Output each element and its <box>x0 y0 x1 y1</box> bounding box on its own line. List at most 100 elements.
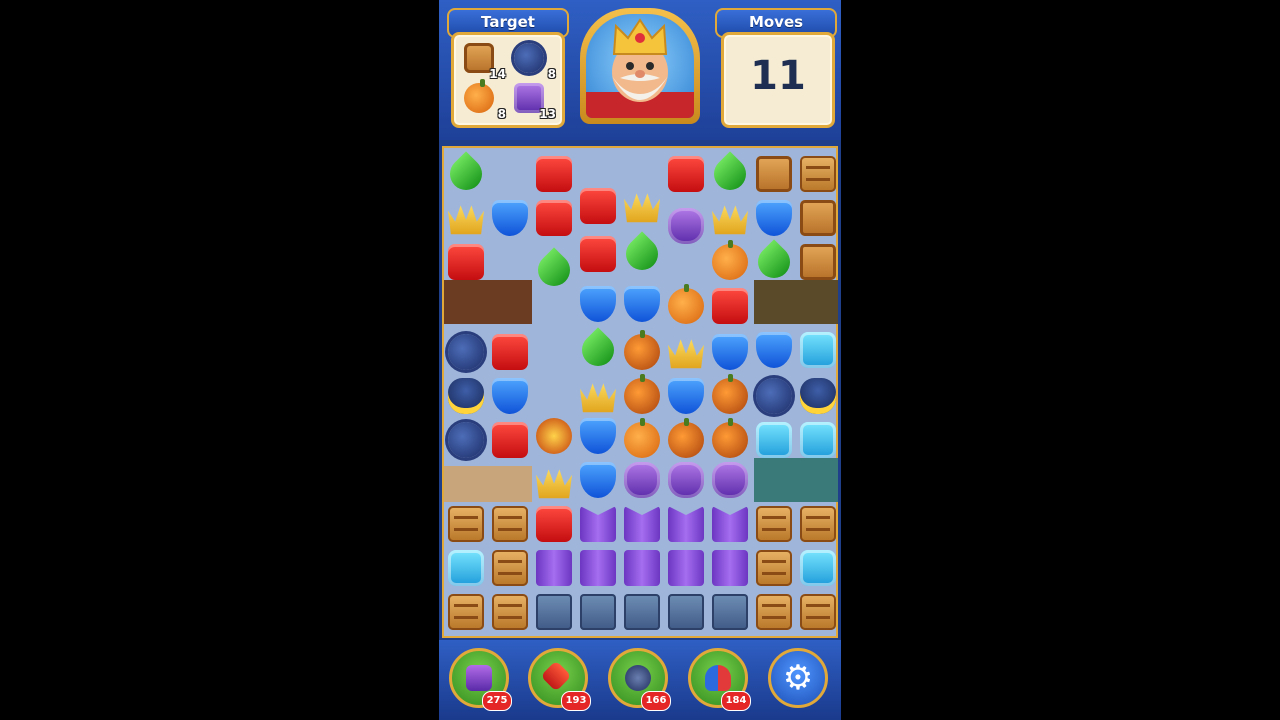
purple-vase[interactable] <box>624 462 660 498</box>
blue-shield-gem[interactable] <box>580 462 616 498</box>
cracked-pumpkin[interactable] <box>624 330 660 370</box>
wooden-crate[interactable] <box>756 594 792 630</box>
hammer-icon <box>466 665 492 691</box>
game-board[interactable] <box>442 146 838 638</box>
red-cube-gem[interactable] <box>492 334 528 370</box>
cracked-pumpkin[interactable] <box>624 374 660 414</box>
wooden-crate[interactable] <box>800 156 836 192</box>
blue-mine-ice[interactable] <box>756 422 792 458</box>
green-leaf-gem[interactable] <box>619 231 665 277</box>
blue-pot[interactable] <box>800 378 836 414</box>
blue-shield-gem[interactable] <box>756 200 792 236</box>
hammer-booster-button[interactable]: 275 <box>449 648 512 711</box>
wooden-box[interactable] <box>800 244 836 280</box>
purple-tube[interactable] <box>668 506 704 542</box>
cannon-count: 166 <box>641 691 671 711</box>
wooden-box[interactable] <box>756 156 792 192</box>
moves-panel: 11 <box>721 32 835 128</box>
green-leaf-gem[interactable] <box>575 327 621 373</box>
wooden-crate[interactable] <box>756 550 792 586</box>
green-leaf-gem[interactable] <box>443 151 489 197</box>
red-cube-gem[interactable] <box>536 200 572 236</box>
red-cube-gem[interactable] <box>492 422 528 458</box>
ice-block[interactable] <box>800 550 836 586</box>
target-panel: 14 8 8 13 <box>451 32 565 128</box>
cracked-pumpkin[interactable] <box>668 418 704 458</box>
purple-tube[interactable] <box>712 506 748 542</box>
green-leaf-gem[interactable] <box>707 151 753 197</box>
crown-gem[interactable] <box>448 205 484 235</box>
crown-gem[interactable] <box>624 193 660 223</box>
blue-shield-gem[interactable] <box>492 378 528 414</box>
crown-gem[interactable] <box>668 339 704 369</box>
blue-shield-gem[interactable] <box>492 200 528 236</box>
target-box: 14 <box>462 41 506 81</box>
moves-counter: 11 <box>750 53 806 99</box>
purple-tube[interactable] <box>712 550 748 586</box>
wooden-crate[interactable] <box>756 506 792 542</box>
ice-block[interactable] <box>448 550 484 586</box>
wooden-crate[interactable] <box>800 594 836 630</box>
tnt-bomb[interactable] <box>536 418 572 454</box>
game-screen: Target 14 8 8 13 Moves 11 275 193 166 18… <box>439 0 841 720</box>
blue-mine[interactable] <box>448 334 484 370</box>
crown-gem[interactable] <box>580 383 616 413</box>
pumpkin[interactable] <box>712 240 748 280</box>
target-vase-count: 13 <box>539 107 556 121</box>
wooden-crate[interactable] <box>800 506 836 542</box>
red-cube-gem[interactable] <box>580 188 616 224</box>
wooden-crate[interactable] <box>492 550 528 586</box>
blue-shield-gem[interactable] <box>580 418 616 454</box>
blue-shield-gem[interactable] <box>712 334 748 370</box>
cannon-booster-button[interactable]: 166 <box>608 648 671 711</box>
blue-mine[interactable] <box>756 378 792 414</box>
blue-mine[interactable] <box>448 422 484 458</box>
teal-patch <box>754 458 838 502</box>
wooden-crate[interactable] <box>448 594 484 630</box>
purple-tube[interactable] <box>536 550 572 586</box>
pumpkin[interactable] <box>668 284 704 324</box>
red-cube-gem[interactable] <box>448 244 484 280</box>
blue-pot[interactable] <box>448 378 484 414</box>
target-pumpkin-count: 8 <box>497 107 506 121</box>
target-vase: 13 <box>512 81 556 121</box>
crown-gem[interactable] <box>536 469 572 499</box>
red-cube-gem[interactable] <box>712 288 748 324</box>
wooden-crate[interactable] <box>448 506 484 542</box>
green-leaf-gem[interactable] <box>751 239 797 285</box>
blue-mine-ice[interactable] <box>800 332 836 368</box>
blue-shield-gem[interactable] <box>624 286 660 322</box>
red-cube-gem[interactable] <box>536 506 572 542</box>
arrow-booster-button[interactable]: 193 <box>528 648 591 711</box>
wooden-crate[interactable] <box>492 506 528 542</box>
cracked-pumpkin[interactable] <box>712 374 748 414</box>
purple-tube[interactable] <box>580 550 616 586</box>
crown-gem[interactable] <box>712 205 748 235</box>
purple-vase[interactable] <box>668 208 704 244</box>
red-cube-gem[interactable] <box>536 156 572 192</box>
settings-button[interactable]: ⚙ <box>768 648 828 708</box>
purple-tube[interactable] <box>668 550 704 586</box>
purple-tube[interactable] <box>624 550 660 586</box>
blue-shield-gem[interactable] <box>668 378 704 414</box>
purple-vase[interactable] <box>668 462 704 498</box>
red-cube-gem[interactable] <box>580 236 616 272</box>
wooden-crate[interactable] <box>492 594 528 630</box>
purple-tube[interactable] <box>624 506 660 542</box>
red-cube-gem[interactable] <box>668 156 704 192</box>
wooden-box[interactable] <box>800 200 836 236</box>
purple-vase[interactable] <box>712 462 748 498</box>
jester-booster-button[interactable]: 184 <box>688 648 751 711</box>
blue-shield-gem[interactable] <box>580 286 616 322</box>
target-mine-count: 8 <box>547 67 556 81</box>
green-leaf-gem[interactable] <box>531 247 577 293</box>
purple-tube[interactable] <box>580 506 616 542</box>
dirt-patch <box>444 280 532 324</box>
dirt-patch <box>754 280 838 324</box>
arrow-icon <box>540 660 572 692</box>
blue-mine-ice[interactable] <box>800 422 836 458</box>
blue-shield-gem[interactable] <box>756 332 792 368</box>
pumpkin[interactable] <box>624 418 660 458</box>
king-avatar <box>580 8 700 124</box>
cracked-pumpkin[interactable] <box>712 418 748 458</box>
